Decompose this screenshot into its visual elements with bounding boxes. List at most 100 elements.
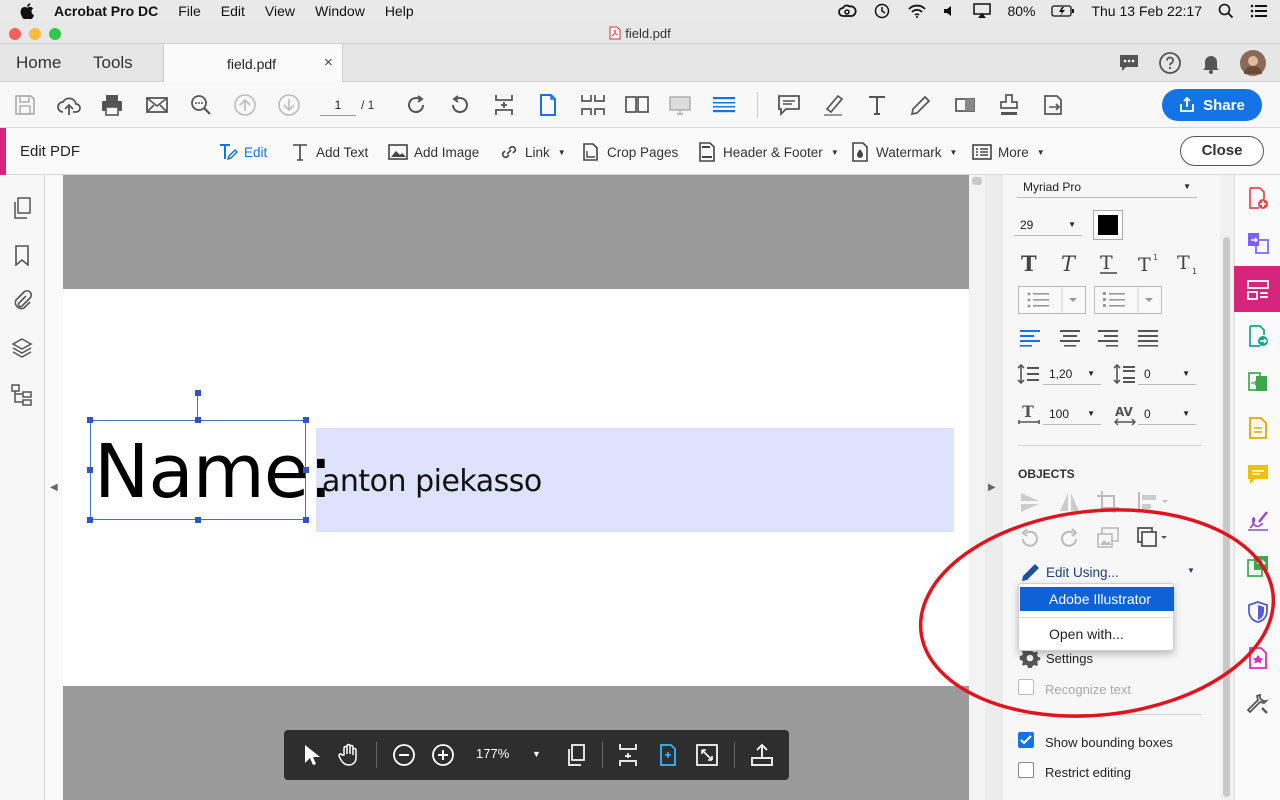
page-view-icon[interactable] xyxy=(564,743,588,767)
organize-pages-icon[interactable] xyxy=(1246,278,1270,302)
menu-edit[interactable]: Edit xyxy=(221,3,245,19)
add-text-button[interactable]: Add Text xyxy=(290,142,368,162)
volume-icon[interactable] xyxy=(943,4,957,18)
add-image-button[interactable]: Add Image xyxy=(388,142,479,162)
wifi-icon[interactable] xyxy=(907,4,927,18)
tab-home[interactable]: Home xyxy=(16,53,61,73)
share-button[interactable]: Share xyxy=(1162,89,1262,121)
selected-text-box[interactable]: Name: xyxy=(90,420,333,520)
rotate-clockwise-icon[interactable] xyxy=(404,93,428,117)
draw-pencil-icon[interactable] xyxy=(909,93,933,117)
resize-handle-top-right[interactable] xyxy=(303,417,309,423)
rotate-counterclockwise-icon[interactable] xyxy=(448,93,472,117)
edit-tool-button[interactable]: Edit xyxy=(218,142,267,162)
scrolling-mode-icon[interactable] xyxy=(492,93,516,117)
user-avatar[interactable] xyxy=(1240,50,1266,76)
link-dropdown[interactable]: Link ▼ xyxy=(499,142,566,162)
character-spacing-select[interactable]: 0 ▼ xyxy=(1138,403,1196,425)
bookmarks-icon[interactable] xyxy=(11,244,33,266)
single-page-view-icon[interactable] xyxy=(536,93,560,117)
character-spacing-icon[interactable]: AV xyxy=(1113,402,1137,426)
clock[interactable]: Thu 13 Feb 22:17 xyxy=(1091,3,1202,19)
line-spacing-select[interactable]: 1,20 ▼ xyxy=(1043,363,1101,385)
comment-bubble-icon[interactable] xyxy=(1118,52,1140,74)
paragraph-spacing-icon[interactable] xyxy=(1113,362,1137,386)
resize-handle-left[interactable] xyxy=(87,467,93,473)
time-machine-icon[interactable] xyxy=(873,2,891,20)
select-cursor-icon[interactable] xyxy=(299,743,323,767)
export-pdf-tool-icon[interactable] xyxy=(1246,324,1270,348)
reading-mode-icon[interactable] xyxy=(712,93,736,117)
subscript-icon[interactable]: T1 xyxy=(1176,251,1200,275)
edit-pdf-tool-icon[interactable] xyxy=(1246,416,1270,440)
comment-tool-icon[interactable] xyxy=(1246,462,1270,486)
two-page-scrolling-icon[interactable] xyxy=(580,93,605,117)
align-center-icon[interactable] xyxy=(1058,325,1082,349)
underline-text-icon[interactable]: T xyxy=(1097,251,1121,275)
print-icon[interactable] xyxy=(100,93,124,117)
align-left-icon[interactable] xyxy=(1018,325,1042,349)
apple-icon[interactable] xyxy=(20,3,36,19)
superscript-icon[interactable]: T1 xyxy=(1137,251,1161,275)
zoom-level-dropdown-icon[interactable]: ▼ xyxy=(532,749,541,759)
compare-files-icon[interactable] xyxy=(1246,370,1270,394)
eraser-icon[interactable] xyxy=(953,93,977,117)
combine-files-icon[interactable] xyxy=(1246,231,1270,255)
menu-help[interactable]: Help xyxy=(385,3,414,19)
zoom-out-icon[interactable] xyxy=(392,743,416,767)
font-family-select[interactable]: Myriad Pro ▼ xyxy=(1017,176,1197,198)
next-page-icon[interactable] xyxy=(277,93,301,117)
collapse-right-panel-icon[interactable]: ▶ xyxy=(988,482,996,493)
line-spacing-icon[interactable] xyxy=(1017,362,1041,386)
restrict-editing-checkbox[interactable] xyxy=(1018,762,1034,778)
app-menu[interactable]: Acrobat Pro DC xyxy=(54,3,158,19)
full-screen-expand-icon[interactable] xyxy=(695,743,719,767)
more-dropdown[interactable]: More ▼ xyxy=(972,142,1045,162)
notification-center-icon[interactable] xyxy=(1250,4,1268,18)
resize-handle-bottom[interactable] xyxy=(195,517,201,523)
menu-file[interactable]: File xyxy=(178,3,201,19)
previous-page-icon[interactable] xyxy=(233,93,257,117)
show-bounding-boxes-checkbox[interactable] xyxy=(1018,732,1034,748)
fit-width-scroll-icon[interactable] xyxy=(616,743,640,767)
header-footer-dropdown[interactable]: Header & Footer ▼ xyxy=(697,142,839,162)
add-comment-icon[interactable] xyxy=(777,93,801,117)
resize-handle-right[interactable] xyxy=(303,467,309,473)
share-upload-icon[interactable] xyxy=(750,743,774,767)
content-tree-icon[interactable] xyxy=(11,384,33,406)
horizontal-scaling-select[interactable]: 100 ▼ xyxy=(1043,403,1101,425)
align-right-icon[interactable] xyxy=(1096,325,1120,349)
resize-handle-top[interactable] xyxy=(195,417,201,423)
italic-text-icon[interactable]: T xyxy=(1058,251,1082,275)
collapse-left-panel-icon[interactable]: ◀ xyxy=(50,482,58,493)
crop-pages-button[interactable]: Crop Pages xyxy=(581,142,678,162)
watermark-dropdown[interactable]: Watermark ▼ xyxy=(850,142,957,162)
cloud-upload-icon[interactable] xyxy=(56,93,81,117)
resize-handle-bottom-right[interactable] xyxy=(303,517,309,523)
highlight-icon[interactable] xyxy=(821,93,845,117)
save-icon[interactable] xyxy=(13,93,37,117)
bold-text-icon[interactable]: T xyxy=(1018,251,1042,275)
battery-icon[interactable] xyxy=(1051,5,1075,17)
airplay-icon[interactable] xyxy=(973,3,992,19)
notifications-bell-icon[interactable] xyxy=(1200,52,1222,74)
tab-document[interactable]: field.pdf × xyxy=(163,44,343,82)
full-screen-icon[interactable] xyxy=(668,93,692,117)
form-text-field[interactable]: anton piekasso xyxy=(316,428,954,532)
text-color-swatch[interactable] xyxy=(1093,210,1123,240)
tab-tools[interactable]: Tools xyxy=(93,53,133,73)
horizontal-scaling-icon[interactable]: T xyxy=(1017,402,1041,426)
page-number-input[interactable]: 1 xyxy=(320,94,356,116)
font-size-select[interactable]: 29 ▼ xyxy=(1014,214,1082,236)
zoom-in-icon[interactable] xyxy=(431,743,455,767)
numbered-list-dropdown[interactable] xyxy=(1094,286,1162,314)
hand-tool-icon[interactable] xyxy=(337,743,361,767)
add-text-comment-icon[interactable] xyxy=(865,93,889,117)
email-icon[interactable] xyxy=(145,93,169,117)
page-thumbnails-icon[interactable] xyxy=(11,197,33,219)
scrollbar-thumb[interactable] xyxy=(972,177,982,185)
attachments-paperclip-icon[interactable] xyxy=(11,289,33,311)
close-edit-button[interactable]: Close xyxy=(1180,136,1264,166)
stamp-icon[interactable] xyxy=(997,93,1021,117)
tab-close-icon[interactable]: × xyxy=(324,54,333,71)
